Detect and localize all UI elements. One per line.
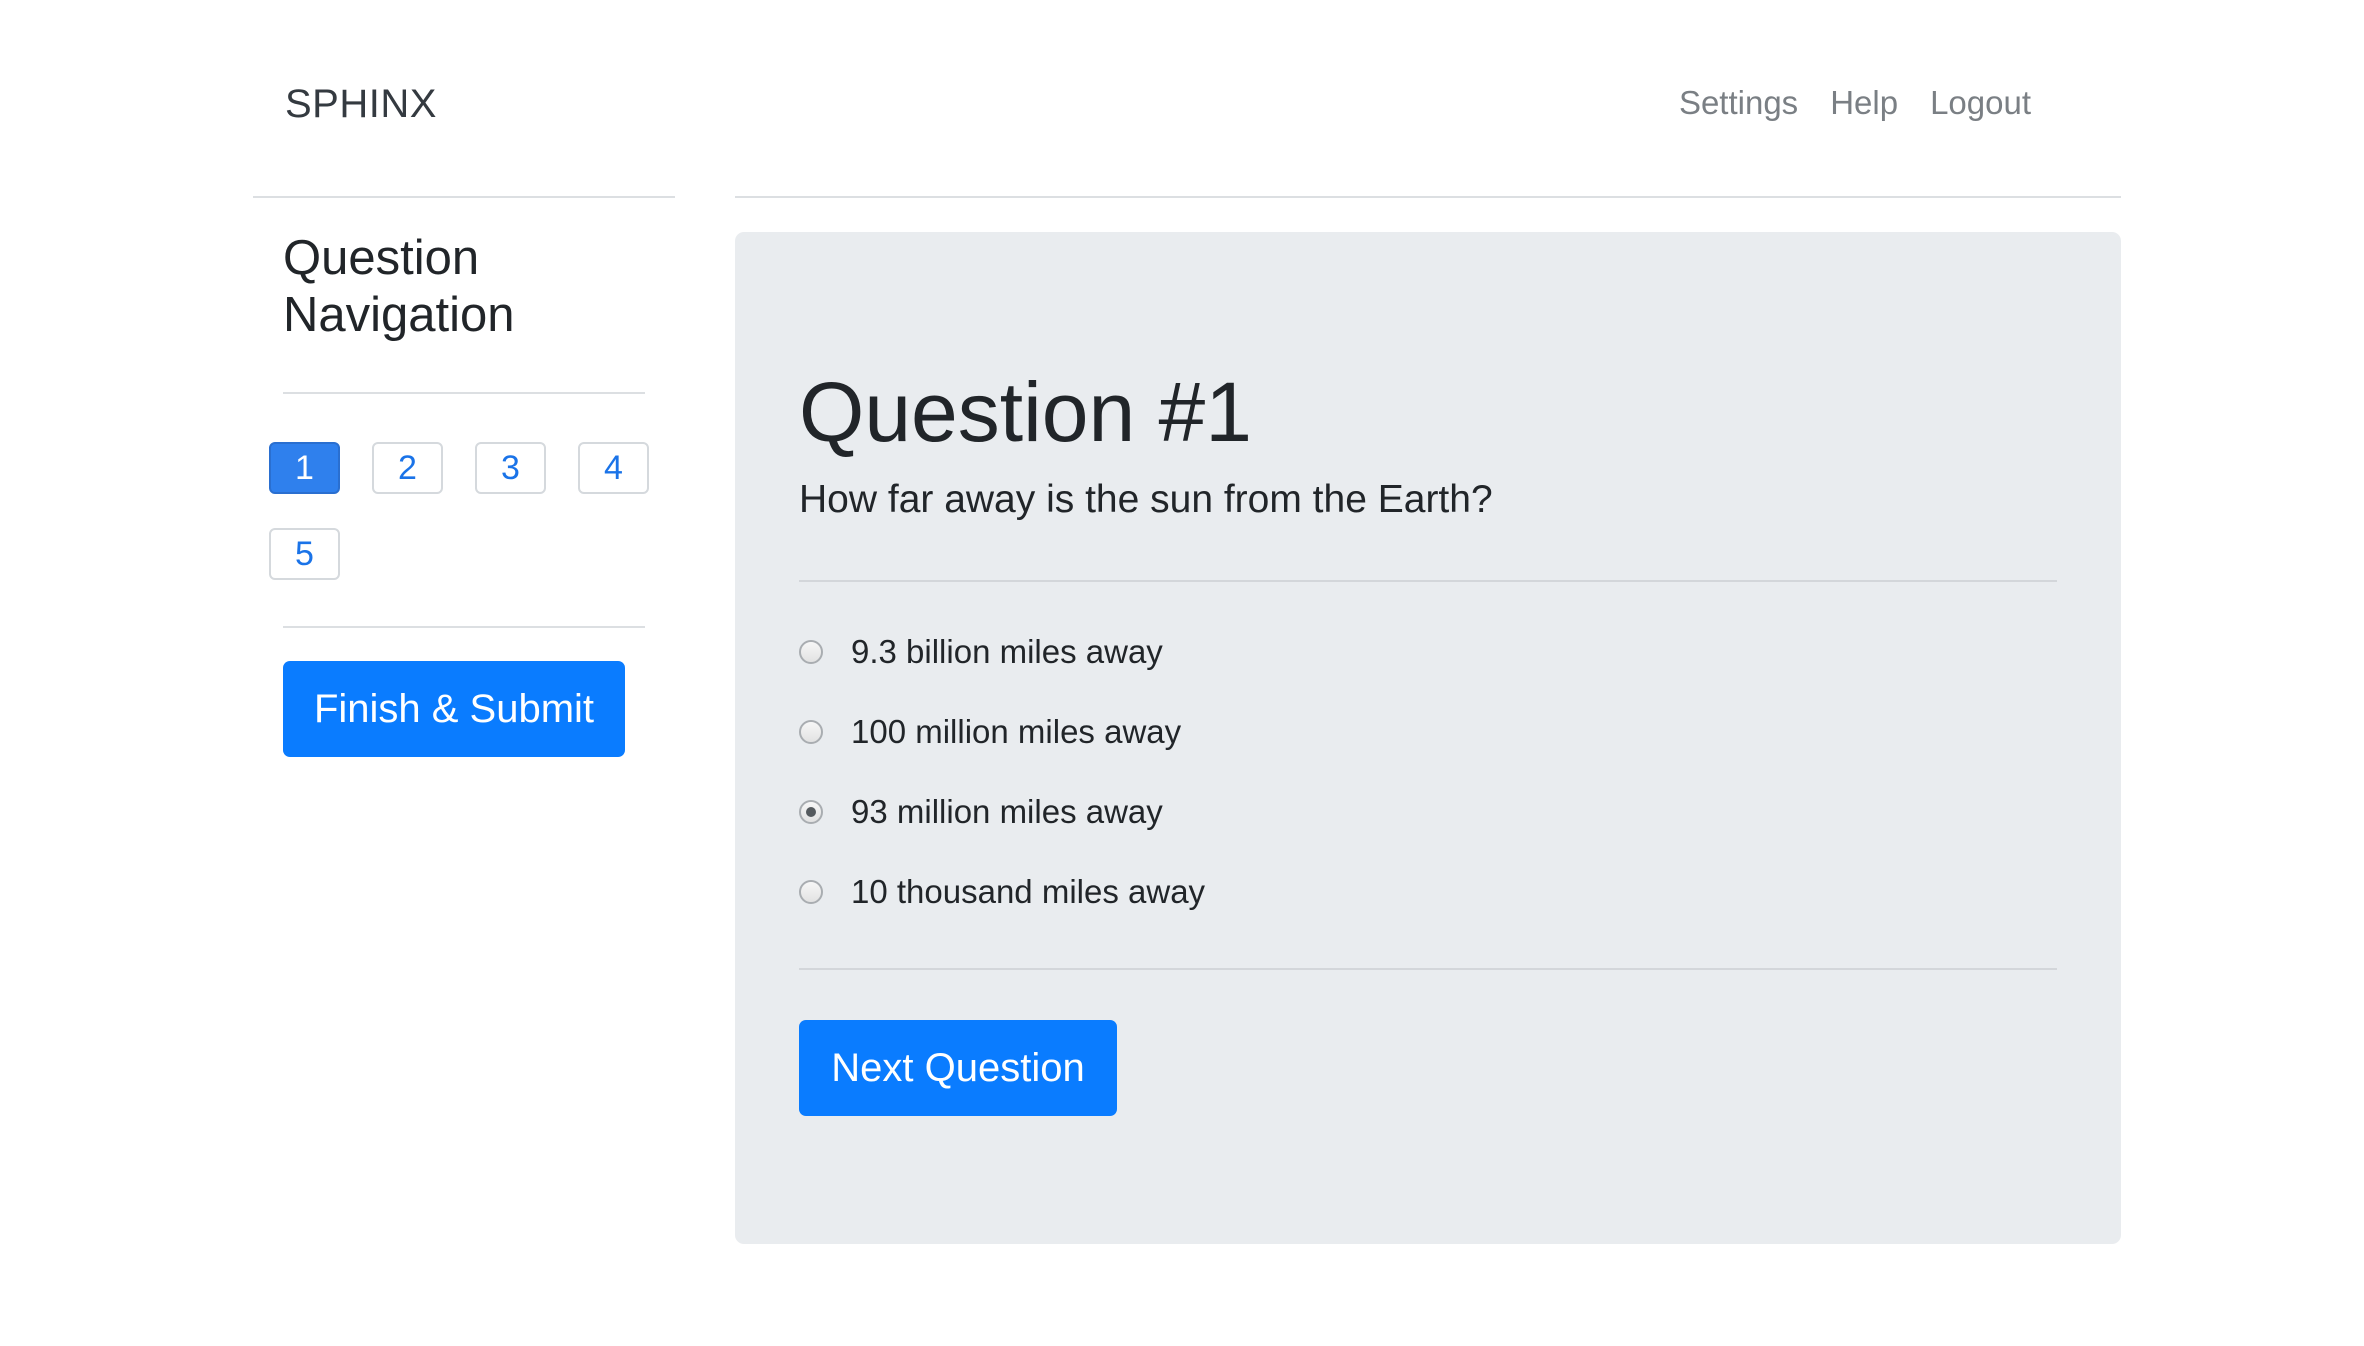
divider (253, 196, 675, 198)
nav-settings-link[interactable]: Settings (1679, 84, 1798, 122)
question-number-grid: 1 2 3 4 5 (269, 442, 649, 580)
divider (799, 580, 2057, 582)
question-nav-button-2[interactable]: 2 (372, 442, 443, 494)
radio-button[interactable] (799, 720, 823, 744)
answer-option-label: 10 thousand miles away (851, 873, 1206, 910)
answer-option-label: 9.3 billion miles away (851, 633, 1163, 670)
question-nav-button-4[interactable]: 4 (578, 442, 649, 494)
top-nav: Settings Help Logout (1679, 84, 2031, 122)
divider (283, 626, 645, 628)
nav-logout-link[interactable]: Logout (1930, 84, 2031, 122)
radio-button[interactable] (799, 880, 823, 904)
radio-button-selected[interactable] (799, 800, 823, 824)
question-nav-button-3[interactable]: 3 (475, 442, 546, 494)
finish-submit-button[interactable]: Finish & Submit (283, 661, 625, 757)
brand-logo[interactable]: SPHINX (285, 82, 437, 127)
answer-option[interactable]: 93 million miles away (799, 792, 1205, 832)
divider (283, 392, 645, 394)
answer-option-label: 93 million miles away (851, 793, 1163, 830)
question-text: How far away is the sun from the Earth? (799, 478, 1493, 521)
question-nav-button-5[interactable]: 5 (269, 528, 340, 580)
question-title: Question #1 (799, 365, 1252, 459)
nav-help-link[interactable]: Help (1830, 84, 1898, 122)
answer-options: 9.3 billion miles away 100 million miles… (799, 632, 1205, 912)
next-question-button[interactable]: Next Question (799, 1020, 1117, 1116)
divider (735, 196, 2121, 198)
radio-button[interactable] (799, 640, 823, 664)
sidebar-title: Question Navigation (283, 231, 515, 342)
answer-option[interactable]: 9.3 billion miles away (799, 632, 1205, 672)
answer-option-label: 100 million miles away (851, 713, 1182, 750)
answer-option[interactable]: 100 million miles away (799, 712, 1205, 752)
question-panel: Question #1 How far away is the sun from… (735, 232, 2121, 1244)
question-nav-button-1[interactable]: 1 (269, 442, 340, 494)
divider (799, 968, 2057, 970)
answer-option[interactable]: 10 thousand miles away (799, 872, 1205, 912)
